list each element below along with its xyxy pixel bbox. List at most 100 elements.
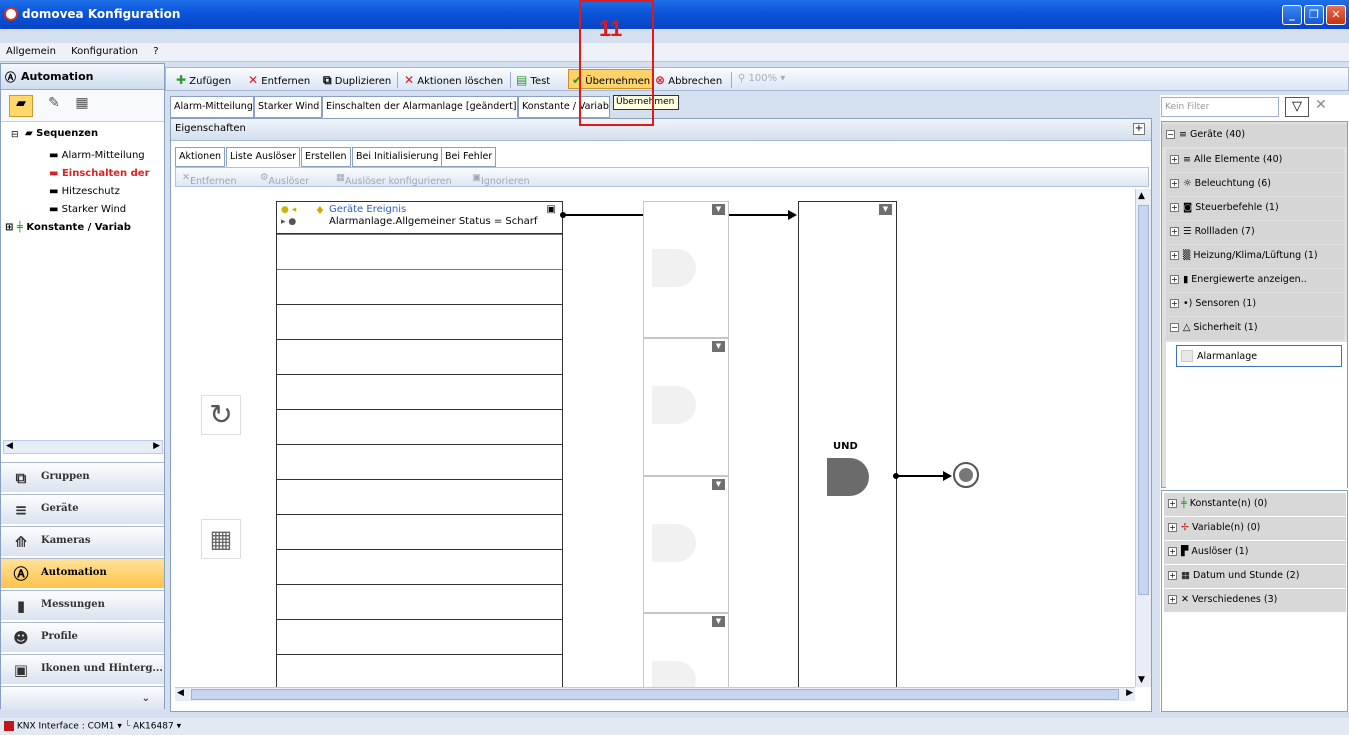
nav-profile[interactable]: ☻ Profile bbox=[1, 622, 164, 652]
gate-slot[interactable]: ▼ bbox=[643, 476, 729, 613]
remove-button[interactable]: ✕ Entfernen bbox=[248, 73, 310, 87]
gate-slot[interactable]: ▼ bbox=[643, 613, 729, 687]
zoom-control[interactable]: ⚲ 100% ▾ bbox=[738, 73, 785, 84]
item-datum[interactable]: + ▦ Datum und Stunde (2) bbox=[1164, 565, 1346, 588]
trigger-row[interactable] bbox=[276, 305, 563, 340]
item-sensoren[interactable]: + •) Sensoren (1) bbox=[1166, 293, 1344, 316]
dropdown-icon[interactable]: ▼ bbox=[712, 616, 725, 627]
close-button[interactable]: ✕ bbox=[1326, 5, 1346, 25]
grid-view-icon[interactable]: ▦ bbox=[71, 95, 93, 117]
tree-item-hitzeschutz[interactable]: ▬ Hitzeschutz bbox=[49, 186, 120, 197]
status-interface[interactable]: KNX Interface : COM1 bbox=[17, 722, 115, 732]
nav-ikonen[interactable]: ▣ Ikonen und Hinterg... bbox=[1, 654, 164, 684]
item-alle-elemente[interactable]: + ≡ Alle Elemente (40) bbox=[1166, 149, 1344, 172]
item-variable[interactable]: + ✢ Variable(n) (0) bbox=[1164, 517, 1346, 540]
expand-icon[interactable]: + bbox=[1133, 123, 1145, 135]
expand-icon[interactable]: + bbox=[1168, 571, 1177, 580]
item-beleuchtung[interactable]: + ☼ Beleuchtung (6) bbox=[1166, 173, 1344, 196]
minimize-button[interactable]: _ bbox=[1282, 5, 1302, 25]
trigger-configure-button[interactable]: ▦ Auslöser konfigurieren bbox=[336, 172, 452, 187]
menu-help[interactable]: ? bbox=[147, 43, 164, 60]
item-sicherheit[interactable]: − △ Sicherheit (1) bbox=[1166, 317, 1344, 340]
item-verschiedenes[interactable]: + ✕ Verschiedenes (3) bbox=[1164, 589, 1346, 612]
scroll-thumb[interactable] bbox=[191, 689, 1119, 700]
expand-icon[interactable]: + bbox=[1170, 251, 1179, 260]
dropdown-icon[interactable]: ▼ bbox=[712, 341, 725, 352]
scroll-up-icon[interactable]: ▲ bbox=[1138, 191, 1145, 201]
trigger-row[interactable] bbox=[276, 410, 563, 445]
nav-geraete[interactable]: ≡ Geräte bbox=[1, 494, 164, 524]
dropdown-icon[interactable]: ▼ bbox=[712, 204, 725, 215]
tab-starker-wind[interactable]: Starker Wind bbox=[254, 96, 322, 118]
expand-icon[interactable]: + bbox=[1170, 299, 1179, 308]
canvas-hscroll[interactable]: ◀ ▶ bbox=[175, 687, 1135, 701]
tab-aktionen[interactable]: Aktionen bbox=[175, 147, 226, 167]
status-device[interactable]: AK16487 bbox=[133, 722, 174, 732]
trigger-row[interactable] bbox=[276, 375, 563, 410]
filter-icon[interactable]: ▽ bbox=[1285, 97, 1309, 117]
tab-erstellen[interactable]: Erstellen bbox=[301, 147, 351, 167]
trigger-row[interactable] bbox=[276, 445, 563, 480]
chevron-down-icon[interactable]: ⌄ bbox=[142, 693, 150, 704]
trigger-add-button[interactable]: ⚙ Auslöser bbox=[260, 172, 309, 187]
filter-input[interactable]: Kein Filter bbox=[1161, 97, 1279, 117]
window-icon[interactable]: ▣ bbox=[547, 204, 556, 215]
trigger-row[interactable] bbox=[276, 655, 563, 687]
gate-slot[interactable]: ▼ bbox=[643, 338, 729, 476]
nav-automation[interactable]: Ⓐ Automation bbox=[1, 558, 164, 588]
expand-icon[interactable]: + bbox=[1168, 595, 1177, 604]
sequence-view-icon[interactable]: ▰ bbox=[9, 95, 33, 117]
item-rollladen[interactable]: + ☰ Rollladen (7) bbox=[1166, 221, 1344, 244]
nav-messungen[interactable]: ▮ Messungen bbox=[1, 590, 164, 620]
scroll-right-icon[interactable]: ▶ bbox=[1126, 688, 1133, 698]
menu-konfiguration[interactable]: Konfiguration bbox=[65, 43, 144, 60]
expand-icon[interactable]: + bbox=[1170, 227, 1179, 236]
tab-liste-ausloeser[interactable]: Liste Auslöser bbox=[226, 147, 301, 167]
item-alarmanlage[interactable]: Alarmanlage bbox=[1176, 345, 1342, 367]
cancel-button[interactable]: ⊗ Abbrechen bbox=[655, 73, 722, 87]
scroll-left-icon[interactable]: ◀ bbox=[6, 441, 13, 451]
refresh-icon[interactable]: ↻ bbox=[201, 395, 241, 435]
scroll-left-icon[interactable]: ◀ bbox=[177, 688, 184, 698]
trigger-row[interactable] bbox=[276, 620, 563, 655]
and-gate-column[interactable]: ▼ UND bbox=[798, 201, 897, 687]
dropdown-icon[interactable]: ▼ bbox=[712, 479, 725, 490]
item-ausloeser[interactable]: + ▛ Auslöser (1) bbox=[1164, 541, 1346, 564]
trigger-card[interactable]: ● ◂ ▸ ● ♦ Geräte Ereignis Alarmanlage.Al… bbox=[276, 201, 563, 234]
dropdown-icon[interactable]: ▼ bbox=[879, 204, 892, 215]
item-energiewerte[interactable]: + ▮ Energiewerte anzeigen.. bbox=[1166, 269, 1344, 292]
scroll-down-icon[interactable]: ▼ bbox=[1138, 675, 1145, 685]
tree-item-alarm-mitteilung[interactable]: ▬ Alarm-Mitteilung bbox=[49, 150, 145, 161]
delete-actions-button[interactable]: ✕ Aktionen löschen bbox=[404, 73, 503, 87]
collapse-icon[interactable]: − bbox=[1166, 130, 1175, 139]
maximize-button[interactable]: ❐ bbox=[1304, 5, 1324, 25]
expand-icon[interactable]: + bbox=[1170, 155, 1179, 164]
calendar-icon[interactable]: ▦ bbox=[201, 519, 241, 559]
trigger-row[interactable] bbox=[276, 515, 563, 550]
expand-icon[interactable]: + bbox=[1170, 179, 1179, 188]
trigger-row[interactable] bbox=[276, 340, 563, 375]
expand-icon[interactable]: + bbox=[1170, 275, 1179, 284]
tree-item-einschalten[interactable]: ▬ Einschalten der bbox=[49, 168, 150, 179]
tab-bei-initialisierung[interactable]: Bei Initialisierung bbox=[352, 147, 443, 167]
expand-icon[interactable]: + bbox=[1168, 523, 1177, 532]
item-konstante[interactable]: + ╪ Konstante(n) (0) bbox=[1164, 493, 1346, 516]
expand-icon[interactable]: + bbox=[1168, 547, 1177, 556]
gate-slot[interactable]: ▼ bbox=[643, 201, 729, 338]
trigger-row[interactable] bbox=[276, 585, 563, 620]
scroll-right-icon[interactable]: ▶ bbox=[153, 441, 160, 451]
duplicate-button[interactable]: ⧉ Duplizieren bbox=[323, 73, 391, 88]
scroll-thumb[interactable] bbox=[1138, 205, 1149, 595]
add-button[interactable]: ✚ Zufügen bbox=[176, 73, 231, 87]
end-icon[interactable] bbox=[953, 462, 979, 488]
menu-allgemein[interactable]: Allgemein bbox=[0, 43, 62, 60]
tree-item-starker-wind[interactable]: ▬ Starker Wind bbox=[49, 204, 126, 215]
trigger-row[interactable] bbox=[276, 550, 563, 585]
expand-icon[interactable]: ⊟ bbox=[11, 130, 19, 140]
clear-filter-icon[interactable]: ✕ bbox=[1315, 97, 1327, 113]
nav-gruppen[interactable]: ⧉ Gruppen bbox=[1, 462, 164, 492]
left-hscroll[interactable]: ◀ ▶ bbox=[3, 440, 163, 454]
canvas-vscroll[interactable]: ▲ ▼ bbox=[1135, 189, 1151, 687]
item-steuerbefehle[interactable]: + ◙ Steuerbefehle (1) bbox=[1166, 197, 1344, 220]
group-geraete[interactable]: − ≡ Geräte (40) bbox=[1162, 124, 1347, 147]
